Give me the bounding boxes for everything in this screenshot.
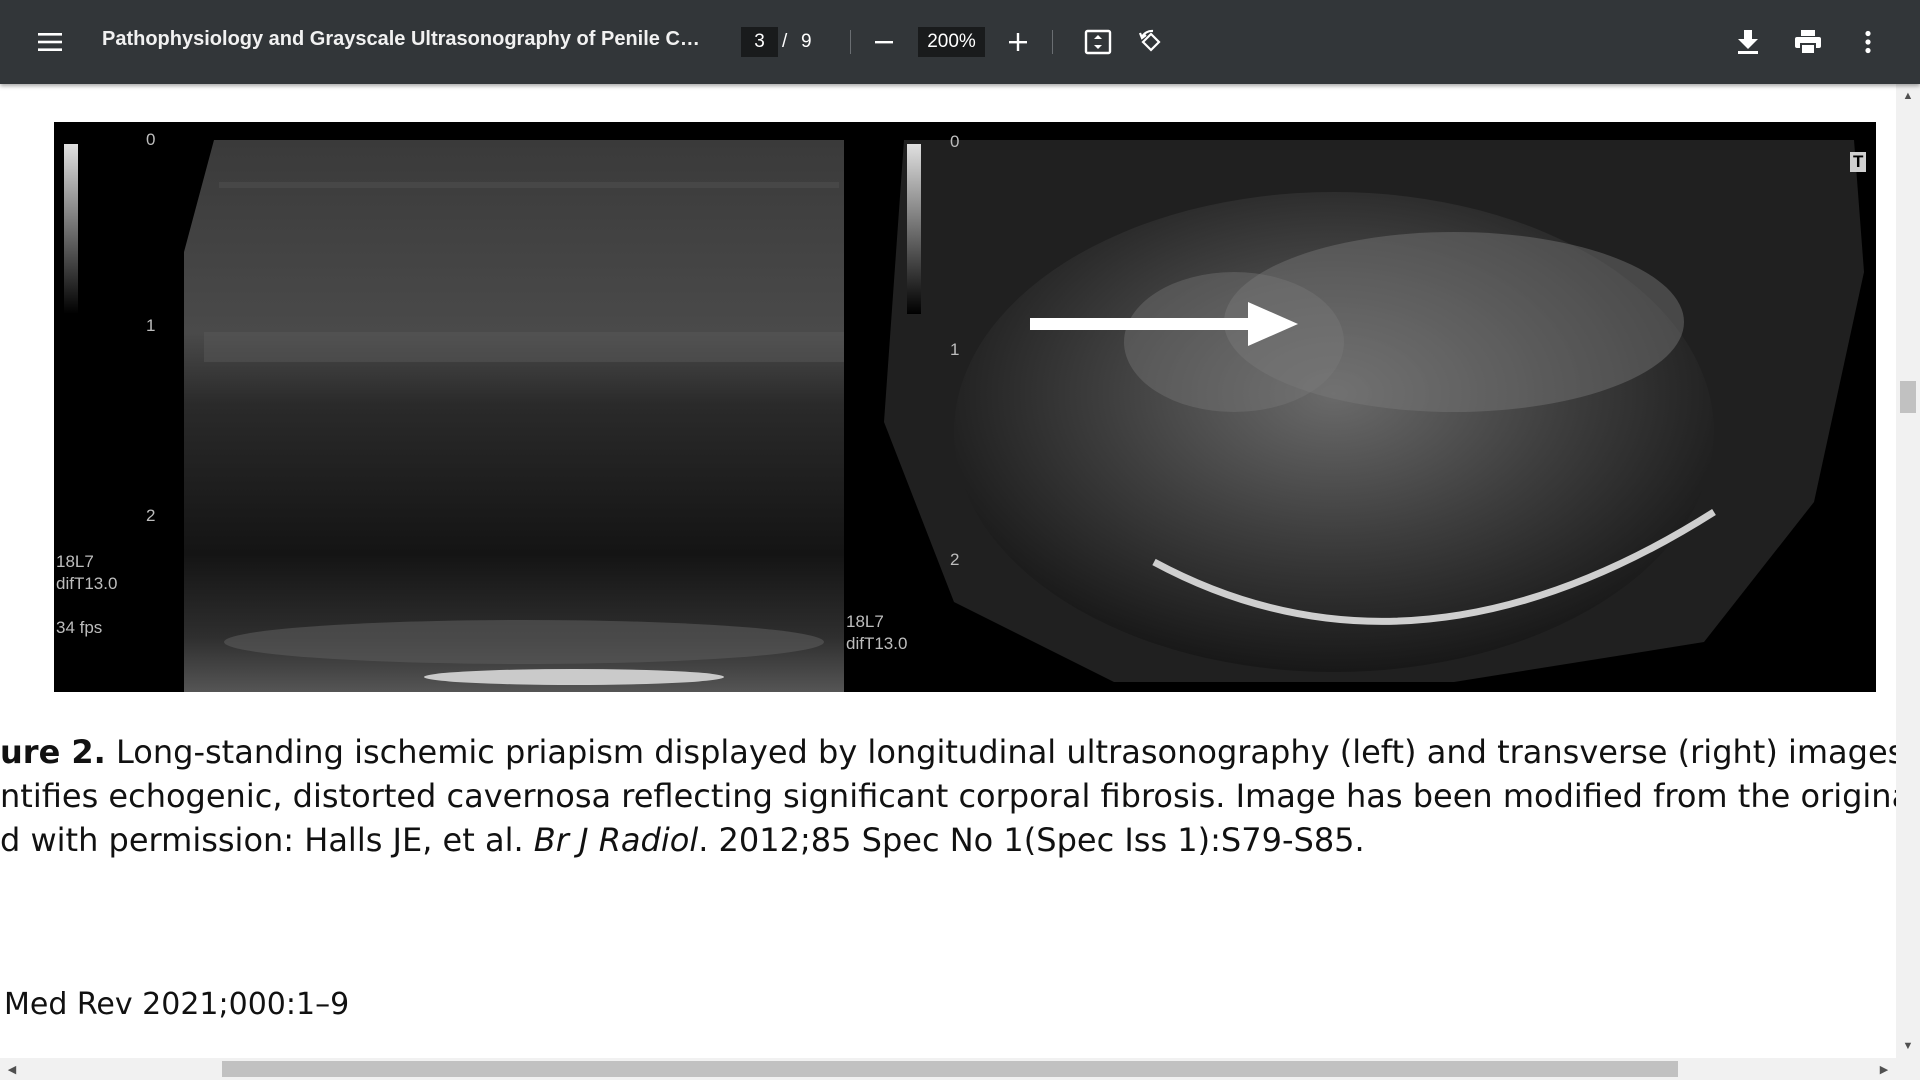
figure-label: ure 2. (0, 733, 106, 771)
caption-line-1: Long-standing ischemic priapism displaye… (105, 733, 1896, 771)
vertical-scrollbar[interactable]: ▲ ▼ (1896, 84, 1920, 1058)
longitudinal-ultrasound-image (64, 140, 844, 692)
gain-bar (907, 144, 921, 314)
caption-line-3-end: . 2012;85 Spec No 1(Spec Iss 1):S79-S85. (698, 821, 1365, 859)
zoom-level-input[interactable]: 200% (918, 27, 985, 57)
page-footer-citation: Med Rev 2021;000:1–9 (4, 987, 350, 1022)
ultrasound-figure: 0 1 2 18L7 difT13.0 34 fps 0 1 2 18L7 di… (54, 122, 1876, 692)
depth-scale-label: 0 (950, 132, 960, 151)
more-vert-icon[interactable] (1848, 22, 1888, 62)
page-total: 9 (801, 31, 812, 52)
scroll-right-arrow-icon[interactable]: ▶ (1876, 1061, 1892, 1077)
depth-scale-label: 1 (950, 340, 960, 359)
arrow-indicator (1030, 302, 1298, 346)
caption-line-2: ntifies echogenic, distorted cavernosa r… (0, 777, 1896, 815)
plus-icon[interactable] (998, 22, 1038, 62)
orientation-marker: T (1850, 152, 1867, 172)
scroll-left-arrow-icon[interactable]: ◀ (4, 1061, 20, 1077)
depth-scale-label: 1 (146, 316, 156, 335)
document-viewer[interactable]: 0 1 2 18L7 difT13.0 34 fps 0 1 2 18L7 di… (0, 84, 1896, 1058)
journal-name: Br J Radiol (533, 821, 699, 859)
document-title: Pathophysiology and Grayscale Ultrasonog… (102, 28, 712, 50)
fit-to-page-icon[interactable] (1078, 22, 1118, 62)
horizontal-scroll-thumb[interactable] (222, 1061, 1678, 1077)
horizontal-scrollbar[interactable]: ◀ ▶ (0, 1058, 1920, 1080)
toolbar-divider (850, 30, 851, 54)
scroll-down-arrow-icon[interactable]: ▼ (1900, 1038, 1916, 1054)
page-number-input[interactable]: 3 (741, 27, 778, 57)
probe-label: 18L7 (56, 552, 94, 571)
download-icon[interactable] (1728, 22, 1768, 62)
rotate-icon[interactable] (1131, 22, 1171, 62)
pdf-toolbar: Pathophysiology and Grayscale Ultrasonog… (0, 0, 1920, 84)
vertical-scroll-thumb[interactable] (1900, 381, 1916, 413)
figure-caption: ure 2. Long-standing ischemic priapism d… (0, 730, 1896, 862)
setting-label: difT13.0 (56, 574, 118, 593)
toolbar-divider (1052, 30, 1053, 54)
hamburger-menu-icon[interactable] (30, 22, 70, 62)
depth-scale-label: 0 (146, 130, 156, 149)
page-separator: / (782, 31, 788, 52)
minus-icon[interactable] (864, 22, 904, 62)
print-icon[interactable] (1788, 22, 1828, 62)
setting-label: difT13.0 (846, 634, 908, 653)
transverse-ultrasound-image (854, 122, 1864, 692)
fps-label: 34 fps (56, 618, 103, 637)
scroll-up-arrow-icon[interactable]: ▲ (1900, 88, 1916, 104)
caption-line-3: d with permission: Halls JE, et al. (0, 821, 534, 859)
probe-label: 18L7 (846, 612, 884, 631)
depth-scale-label: 2 (146, 506, 156, 525)
depth-scale-label: 2 (950, 550, 960, 569)
